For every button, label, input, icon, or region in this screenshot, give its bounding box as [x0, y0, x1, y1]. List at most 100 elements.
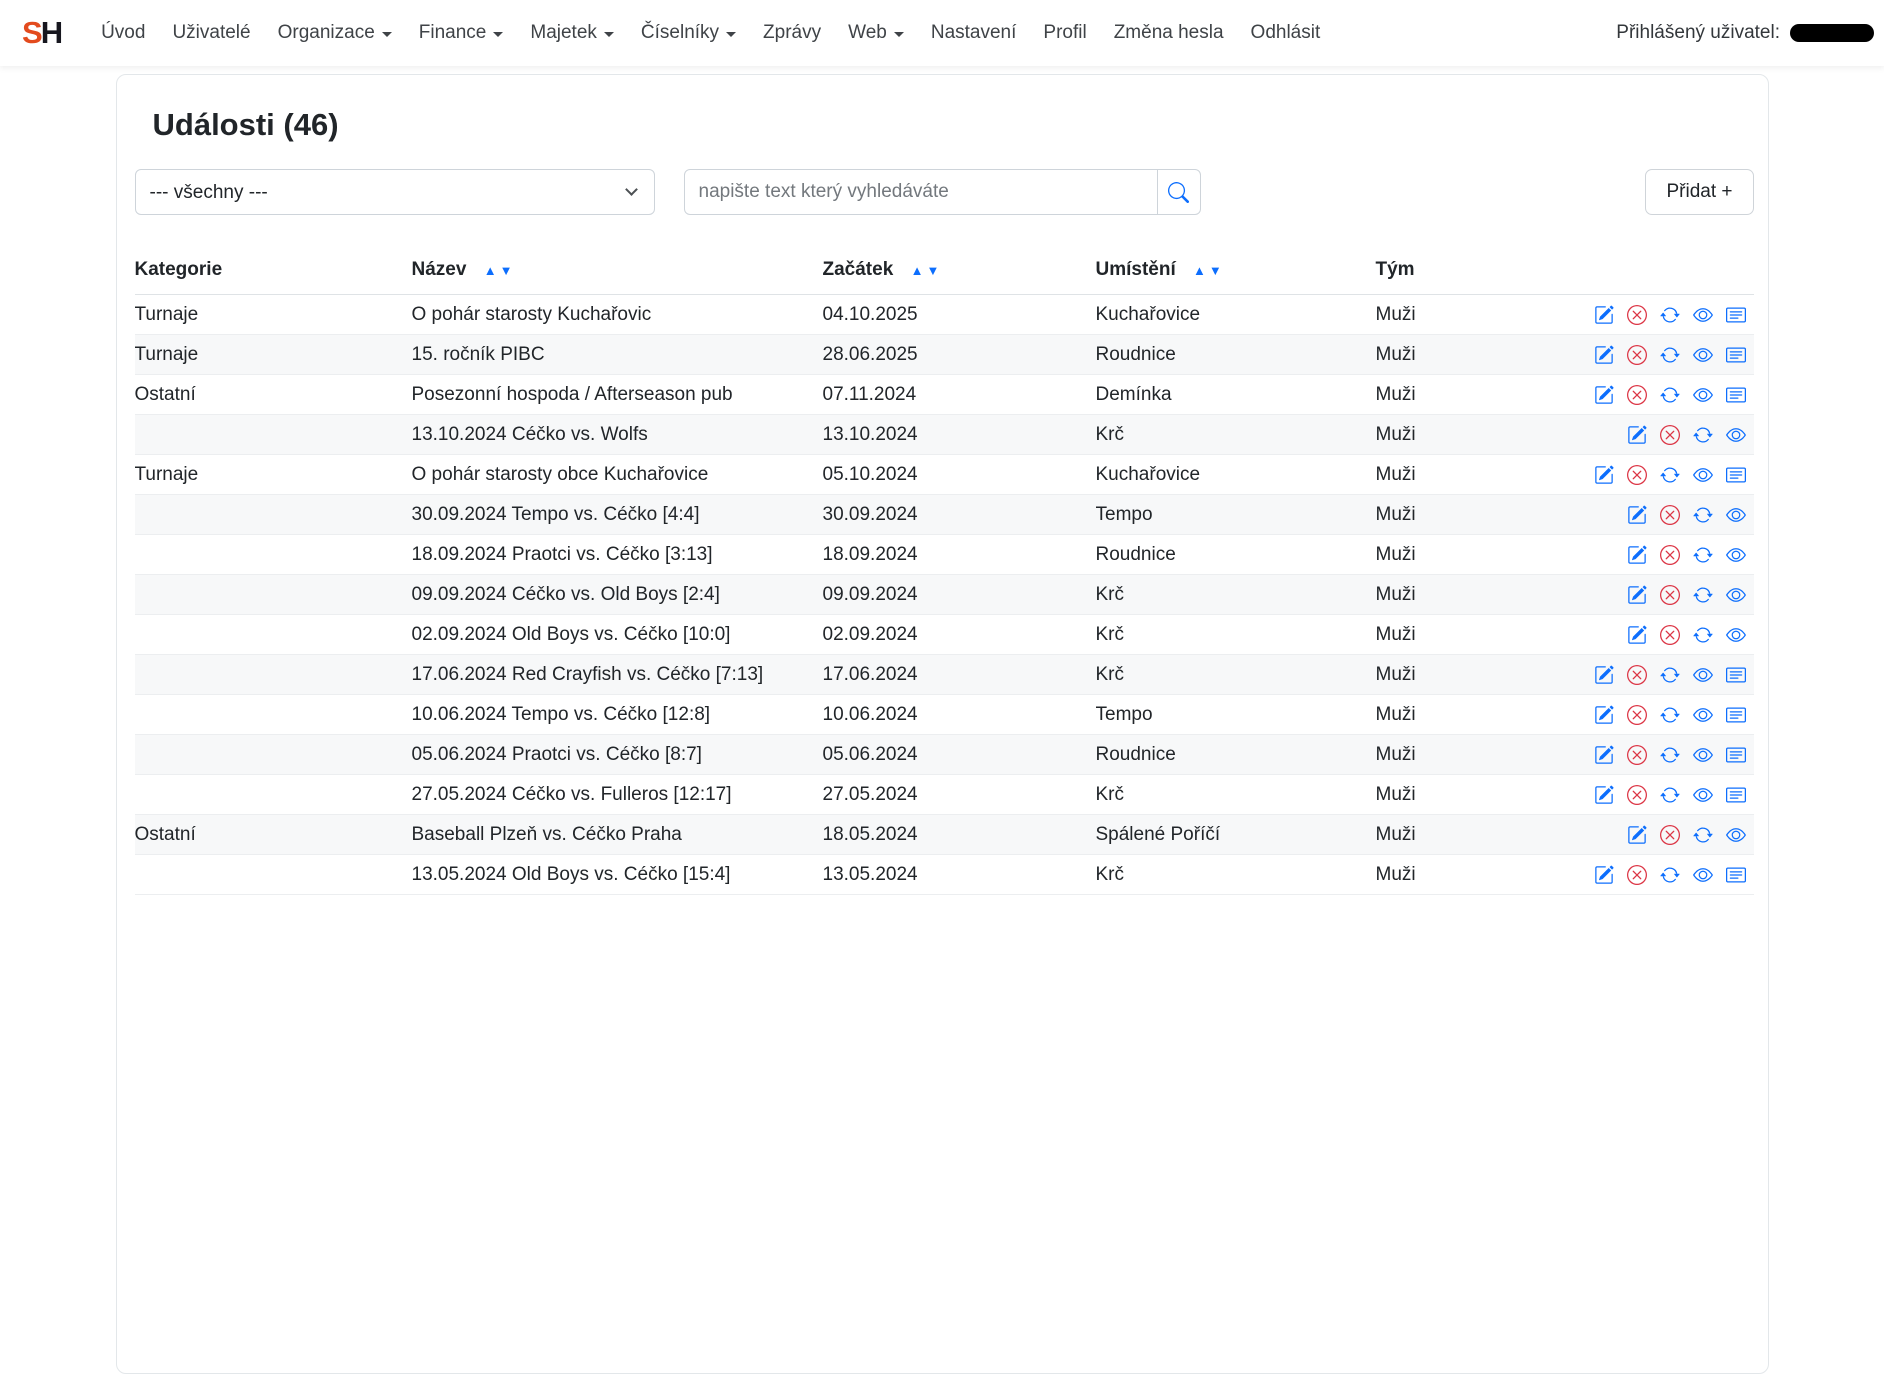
table-row: Turnaje 15. ročník PIBC 28.06.2025 Roudn… [135, 335, 1754, 375]
view-icon[interactable] [1693, 865, 1713, 885]
cancel-icon[interactable] [1627, 745, 1647, 765]
add-button[interactable]: Přidat + [1645, 169, 1753, 215]
cancel-icon[interactable] [1660, 625, 1680, 645]
repeat-icon[interactable] [1660, 665, 1680, 685]
edit-icon[interactable] [1594, 785, 1614, 805]
nav-item-web[interactable]: Web [848, 22, 904, 44]
sort-desc-icon[interactable]: ▼ [500, 263, 513, 278]
cell-umisteni: Tempo [1096, 495, 1376, 535]
view-icon[interactable] [1693, 705, 1713, 725]
sort-desc-icon[interactable]: ▼ [926, 263, 939, 278]
nav-item-majetek[interactable]: Majetek [530, 22, 614, 44]
edit-icon[interactable] [1594, 705, 1614, 725]
cancel-icon[interactable] [1660, 425, 1680, 445]
nav-item-organizace[interactable]: Organizace [278, 22, 392, 44]
repeat-icon[interactable] [1693, 545, 1713, 565]
cancel-icon[interactable] [1627, 465, 1647, 485]
repeat-icon[interactable] [1660, 465, 1680, 485]
cancel-icon[interactable] [1627, 665, 1647, 685]
repeat-icon[interactable] [1693, 825, 1713, 845]
cancel-icon[interactable] [1627, 865, 1647, 885]
detail-card-icon[interactable] [1726, 345, 1746, 365]
detail-card-icon[interactable] [1726, 785, 1746, 805]
view-icon[interactable] [1693, 345, 1713, 365]
view-icon[interactable] [1693, 665, 1713, 685]
edit-icon[interactable] [1627, 625, 1647, 645]
cancel-icon[interactable] [1660, 585, 1680, 605]
edit-icon[interactable] [1594, 345, 1614, 365]
nav-item-nastaveni[interactable]: Nastavení [931, 22, 1017, 44]
edit-icon[interactable] [1594, 305, 1614, 325]
detail-card-icon[interactable] [1726, 865, 1746, 885]
repeat-icon[interactable] [1660, 305, 1680, 325]
view-icon[interactable] [1726, 825, 1746, 845]
nav-item-profil[interactable]: Profil [1043, 22, 1086, 44]
detail-card-icon[interactable] [1726, 705, 1746, 725]
cell-tym: Muži [1376, 775, 1591, 815]
edit-icon[interactable] [1594, 745, 1614, 765]
repeat-icon[interactable] [1693, 505, 1713, 525]
edit-icon[interactable] [1594, 865, 1614, 885]
view-icon[interactable] [1693, 465, 1713, 485]
cancel-icon[interactable] [1660, 545, 1680, 565]
nav-item-uzivatele[interactable]: Uživatelé [172, 22, 250, 44]
edit-icon[interactable] [1627, 505, 1647, 525]
edit-icon[interactable] [1627, 545, 1647, 565]
edit-icon[interactable] [1627, 825, 1647, 845]
table-row: Turnaje O pohár starosty Kuchařovic 04.1… [135, 295, 1754, 335]
view-icon[interactable] [1693, 305, 1713, 325]
detail-card-icon[interactable] [1726, 385, 1746, 405]
app-logo[interactable]: SH [22, 15, 61, 51]
cancel-icon[interactable] [1627, 705, 1647, 725]
sort-asc-icon[interactable]: ▲ [911, 263, 924, 278]
nav-item-finance[interactable]: Finance [419, 22, 504, 44]
cell-umisteni: Kuchařovice [1096, 455, 1376, 495]
sort-asc-icon[interactable]: ▲ [484, 263, 497, 278]
edit-icon[interactable] [1627, 425, 1647, 445]
repeat-icon[interactable] [1660, 865, 1680, 885]
detail-card-icon[interactable] [1726, 665, 1746, 685]
edit-icon[interactable] [1594, 665, 1614, 685]
view-icon[interactable] [1726, 505, 1746, 525]
search-button[interactable] [1157, 169, 1201, 215]
cell-tym: Muži [1376, 855, 1591, 895]
repeat-icon[interactable] [1660, 705, 1680, 725]
cancel-icon[interactable] [1627, 385, 1647, 405]
view-icon[interactable] [1726, 585, 1746, 605]
repeat-icon[interactable] [1660, 385, 1680, 405]
edit-icon[interactable] [1594, 385, 1614, 405]
view-icon[interactable] [1693, 785, 1713, 805]
nav-item-zpravy[interactable]: Zprávy [763, 22, 821, 44]
view-icon[interactable] [1726, 425, 1746, 445]
cancel-icon[interactable] [1627, 305, 1647, 325]
view-icon[interactable] [1693, 745, 1713, 765]
repeat-icon[interactable] [1660, 745, 1680, 765]
search-input[interactable] [684, 169, 1158, 215]
nav-item-label: Finance [419, 22, 487, 44]
sort-asc-icon[interactable]: ▲ [1193, 263, 1206, 278]
cancel-icon[interactable] [1627, 785, 1647, 805]
nav-item-uvod[interactable]: Úvod [101, 22, 145, 44]
repeat-icon[interactable] [1693, 425, 1713, 445]
cancel-icon[interactable] [1627, 345, 1647, 365]
nav-item-ciselniky[interactable]: Číselníky [641, 22, 736, 44]
repeat-icon[interactable] [1660, 345, 1680, 365]
view-icon[interactable] [1726, 625, 1746, 645]
detail-card-icon[interactable] [1726, 745, 1746, 765]
detail-card-icon[interactable] [1726, 465, 1746, 485]
nav-item-zmena-hesla[interactable]: Změna hesla [1114, 22, 1224, 44]
nav-item-odhlasit[interactable]: Odhlásit [1251, 22, 1321, 44]
repeat-icon[interactable] [1693, 585, 1713, 605]
cancel-icon[interactable] [1660, 825, 1680, 845]
edit-icon[interactable] [1594, 465, 1614, 485]
category-filter-select[interactable]: --- všechny --- [135, 169, 655, 215]
repeat-icon[interactable] [1660, 785, 1680, 805]
sort-desc-icon[interactable]: ▼ [1209, 263, 1222, 278]
view-icon[interactable] [1693, 385, 1713, 405]
edit-icon[interactable] [1627, 585, 1647, 605]
cancel-icon[interactable] [1660, 505, 1680, 525]
repeat-icon[interactable] [1693, 625, 1713, 645]
view-icon[interactable] [1726, 545, 1746, 565]
detail-card-icon[interactable] [1726, 305, 1746, 325]
cell-umisteni: Roudnice [1096, 535, 1376, 575]
